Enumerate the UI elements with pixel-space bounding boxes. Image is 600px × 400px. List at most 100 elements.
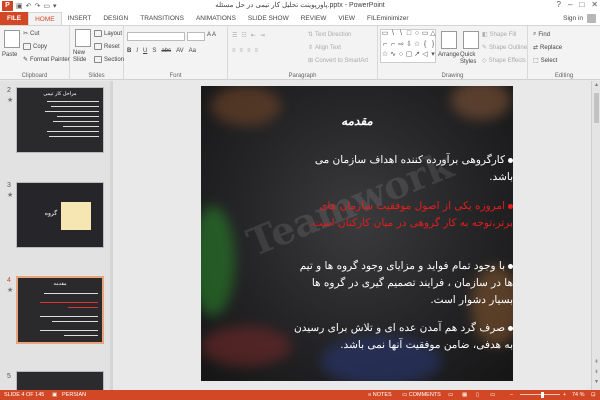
star-shape-icon[interactable]: ☆ — [413, 41, 421, 52]
zoom-slider-handle[interactable] — [540, 392, 544, 398]
cut-button[interactable]: ✂ Cut — [23, 30, 39, 38]
arrange-button[interactable]: Arrange — [438, 52, 459, 58]
convert-smartart-button[interactable]: ⊞ Convert to SmartArt — [308, 57, 368, 65]
bracket-shape-icon[interactable]: { — [421, 41, 429, 52]
align-right-icon[interactable]: ≡ — [247, 48, 251, 54]
triangle-shape-icon[interactable]: △ — [429, 30, 437, 41]
font-size-dropdown[interactable] — [187, 32, 205, 41]
oval-shape-icon[interactable]: ○ — [413, 30, 421, 41]
slide-thumbnail-5[interactable] — [16, 371, 104, 390]
zoom-level[interactable]: 74 % — [572, 392, 585, 398]
character-spacing-button[interactable]: AV — [176, 48, 184, 54]
find-button[interactable]: ⌕ Find — [533, 31, 550, 38]
text-direction-button[interactable]: ⇅ Text Direction — [308, 31, 351, 39]
next-slide-icon[interactable]: ⇟ — [592, 369, 600, 375]
section-button[interactable]: Section — [94, 56, 124, 63]
align-center-icon[interactable]: ≡ — [240, 48, 244, 54]
tab-file[interactable]: FILE — [0, 12, 29, 25]
arrow-shape-icon[interactable]: ⇩ — [405, 41, 413, 52]
rectangle-shape-icon[interactable]: ▢ — [405, 51, 413, 62]
new-slide-button[interactable]: New Slide — [73, 50, 93, 64]
tab-transitions[interactable]: TRANSITIONS — [134, 12, 190, 25]
zoom-out-icon[interactable]: – — [510, 392, 513, 398]
start-slideshow-icon[interactable]: ▭ — [43, 2, 50, 10]
close-button[interactable]: ✕ — [591, 0, 598, 9]
zoom-in-icon[interactable]: + — [563, 392, 566, 398]
curve-shape-icon[interactable]: ∿ — [389, 51, 397, 62]
bullet-3[interactable]: با وجود تمام فواید و مزایای وجود گروه ها… — [291, 258, 513, 309]
tab-review[interactable]: REVIEW — [295, 12, 333, 25]
scroll-down-icon[interactable]: ▼ — [592, 379, 600, 385]
shape-effects-button[interactable]: ◇ Shape Effects — [482, 57, 526, 65]
new-slide-icon[interactable] — [75, 29, 91, 47]
align-left-icon[interactable]: ≡ — [232, 48, 236, 54]
rectangle-shape-icon[interactable]: ▭ — [421, 30, 429, 41]
slideshow-view-icon[interactable]: ▭ — [490, 392, 495, 398]
line-shape-icon[interactable]: \ — [389, 30, 397, 41]
replace-button[interactable]: ⇄ Replace — [533, 44, 562, 52]
minimize-button[interactable]: – — [568, 0, 572, 9]
previous-slide-icon[interactable]: ⇞ — [592, 359, 600, 365]
comments-button[interactable]: ▭ COMMENTS — [402, 392, 441, 398]
more-shapes-icon[interactable]: ▾ — [429, 51, 437, 62]
decrease-indent-icon[interactable]: ⇤ — [251, 32, 256, 39]
bold-button[interactable]: B — [127, 48, 131, 54]
slide-thumbnail-3[interactable]: گروه — [16, 182, 104, 248]
line-shape-icon[interactable]: ⌐ — [389, 41, 397, 52]
rectangle-shape-icon[interactable]: □ — [405, 30, 413, 41]
avatar[interactable] — [587, 14, 596, 23]
bracket-shape-icon[interactable]: } — [429, 41, 437, 52]
oval-shape-icon[interactable]: ○ — [397, 51, 405, 62]
paste-icon[interactable] — [4, 30, 20, 48]
slide-vertical-scrollbar[interactable]: ▲ ⇞ ⇟ ▼ — [591, 81, 600, 390]
undo-icon[interactable]: ↶ — [26, 2, 32, 10]
shape-outline-button[interactable]: ✎ Shape Outline — [482, 44, 527, 52]
grow-shrink-font-icon[interactable]: A A — [207, 32, 216, 38]
tab-design[interactable]: DESIGN — [97, 12, 134, 25]
shadow-button[interactable]: S — [152, 48, 156, 54]
copy-button[interactable]: Copy — [23, 43, 47, 50]
sign-in-link[interactable]: Sign in — [563, 15, 583, 22]
tab-fileminimizer[interactable]: FILEminimizer — [361, 12, 415, 25]
font-name-dropdown[interactable] — [127, 32, 185, 41]
shapes-gallery[interactable]: ▭ \ \ □ ○ ▭ △ ⌐ ⌐ ⇨ ⇩ ☆{} ☆ ∿ ○ ▢ ↗ ◁ ▾ — [380, 29, 436, 63]
quick-styles-button[interactable]: Quick Styles — [460, 52, 484, 66]
maximize-button[interactable]: □ — [579, 0, 584, 9]
format-painter-button[interactable]: ✎ Format Painter — [23, 56, 70, 64]
tab-view[interactable]: VIEW — [332, 12, 361, 25]
change-case-button[interactable]: Aa — [189, 48, 196, 54]
arrow-shape-icon[interactable]: ↗ — [413, 51, 421, 62]
bullet-4[interactable]: صرف گرد هم آمدن عده ای و تلاش برای رسیدن… — [291, 320, 513, 354]
scroll-up-icon[interactable]: ▲ — [592, 82, 600, 88]
line-shape-icon[interactable]: \ — [397, 30, 405, 41]
increase-indent-icon[interactable]: ⇥ — [260, 32, 265, 39]
quick-styles-icon[interactable] — [463, 31, 479, 49]
textbox-shape-icon[interactable]: ▭ — [381, 30, 389, 41]
line-shape-icon[interactable]: ⌐ — [381, 41, 389, 52]
italic-button[interactable]: I — [136, 48, 138, 54]
slide-thumbnail-4[interactable]: مقدمه — [16, 276, 104, 344]
normal-view-icon[interactable]: ▭ — [448, 392, 453, 398]
tab-slide-show[interactable]: SLIDE SHOW — [242, 12, 295, 25]
numbering-icon[interactable]: ☷ — [241, 32, 246, 39]
star-shape-icon[interactable]: ☆ — [381, 51, 389, 62]
redo-icon[interactable]: ↷ — [35, 2, 41, 10]
arrow-shape-icon[interactable]: ⇨ — [397, 41, 405, 52]
paste-button[interactable]: Paste — [2, 52, 17, 58]
slide-title[interactable]: مقدمه — [201, 114, 513, 128]
bullets-icon[interactable]: ☰ — [232, 32, 237, 39]
arrange-icon[interactable] — [441, 31, 457, 49]
fit-slide-icon[interactable]: ⊡ — [591, 392, 596, 398]
layout-button[interactable]: Layout — [94, 30, 122, 37]
slide-thumbnail-2[interactable]: مراحل کار تیمی — [16, 87, 104, 153]
tab-home[interactable]: HOME — [28, 12, 62, 25]
current-slide[interactable]: Teamwork مقدمه کارگروهی برآورده کننده اه… — [201, 86, 513, 381]
align-text-button[interactable]: ⇕ Align Text — [308, 44, 341, 52]
underline-button[interactable]: U — [143, 48, 147, 54]
slide-sorter-icon[interactable]: ▦ — [462, 392, 467, 398]
save-icon[interactable]: ▣ — [16, 2, 23, 10]
select-button[interactable]: ⬚ Select — [533, 57, 557, 65]
language-indicator[interactable]: PERSIAN — [62, 392, 86, 398]
reading-view-icon[interactable]: ▯ — [476, 392, 479, 398]
notes-button[interactable]: ≡ NOTES — [368, 392, 392, 398]
